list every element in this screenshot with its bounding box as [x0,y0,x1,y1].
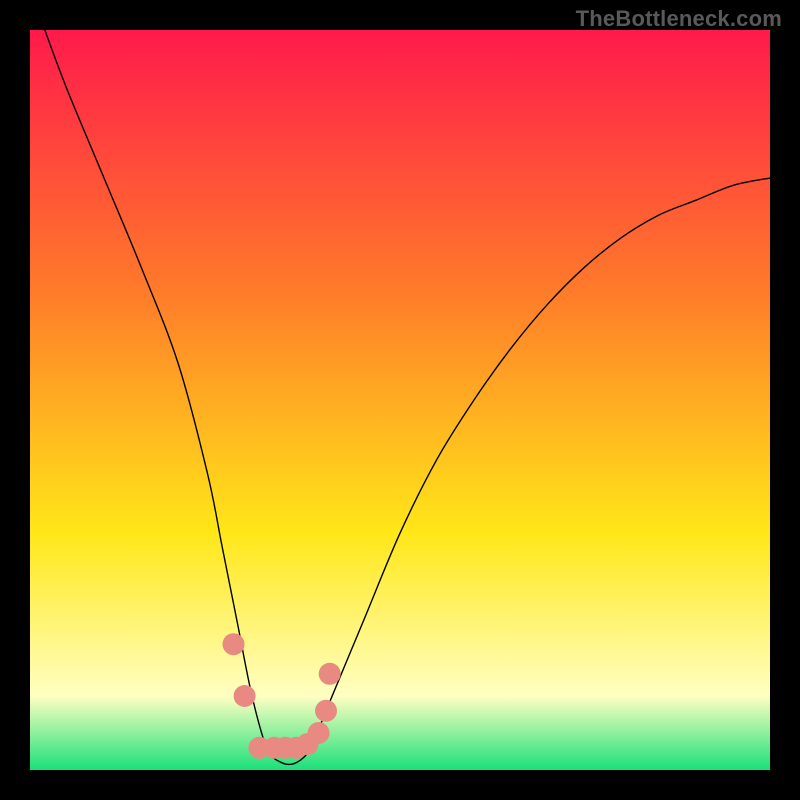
watermark-text: TheBottleneck.com [576,6,782,32]
plot-area [30,30,770,770]
chart-svg [30,30,770,770]
gradient-background [30,30,770,770]
chart-frame: TheBottleneck.com [0,0,800,800]
